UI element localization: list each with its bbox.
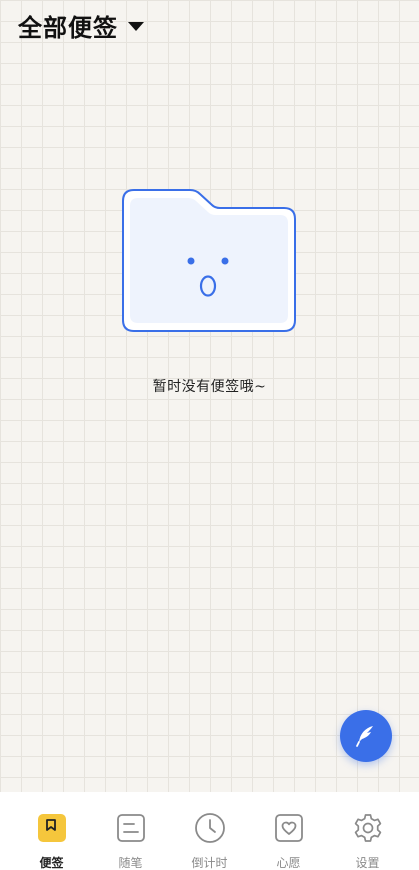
heart-icon [273,812,305,844]
empty-state: 暂时没有便签哦~ [0,185,419,396]
empty-message: 暂时没有便签哦~ [152,379,267,395]
bookmark-note-icon [36,812,68,844]
tab-notes-label: 便签 [39,856,64,870]
new-note-button[interactable] [340,710,392,762]
tab-settings[interactable]: 设置 [337,792,399,870]
tab-wishes[interactable]: 心愿 [258,792,320,870]
tab-countdown-label: 倒计时 [191,856,228,870]
notes-filter-dropdown[interactable]: 全部便签 [18,8,144,43]
notebook-icon [115,812,147,844]
surprised-folder-icon [121,189,296,332]
tab-settings-label: 设置 [355,856,380,870]
notes-screen: 全部便签 暂时没有便签哦~ 便签 随笔 倒计时 心愿 设置 [0,0,419,870]
page-title: 全部便签 [18,13,118,42]
bottom-navigation: 便签 随笔 倒计时 心愿 设置 [0,792,419,870]
tab-essays-label: 随笔 [118,856,143,870]
clock-icon [194,812,226,844]
tab-wishes-label: 心愿 [276,856,301,870]
tab-essays[interactable]: 随笔 [100,792,162,870]
gear-icon [352,812,384,844]
tab-countdown[interactable]: 倒计时 [179,792,241,870]
tab-notes[interactable]: 便签 [21,792,83,870]
caret-down-icon [128,22,144,31]
feather-icon [356,726,373,747]
